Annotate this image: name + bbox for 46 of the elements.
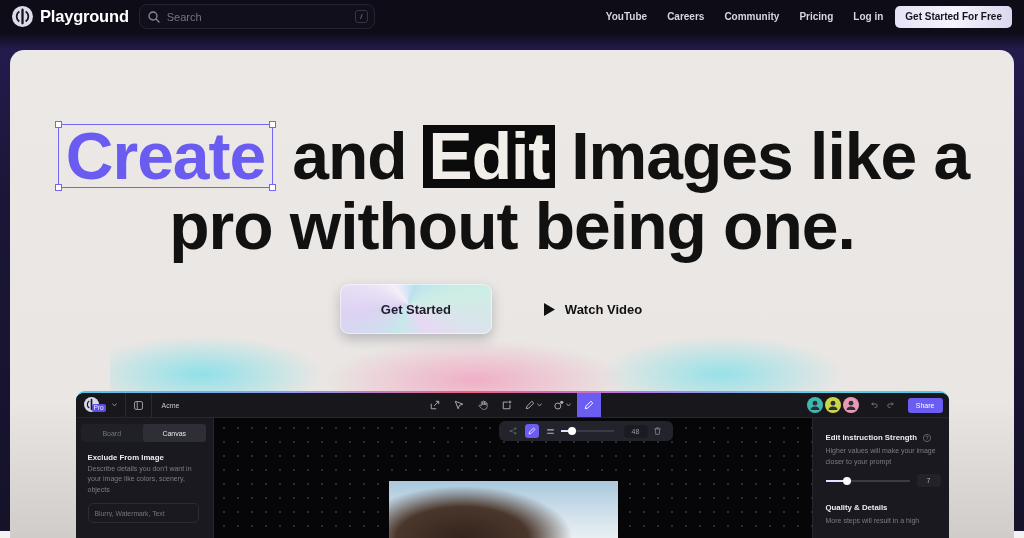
resize-handle-icon[interactable] [269,184,277,191]
nav-link[interactable]: Careers [667,11,705,22]
brush-tool-button[interactable] [524,424,539,438]
trash-icon[interactable] [653,427,661,435]
slider-thumb[interactable] [568,427,577,435]
cursor-icon [454,400,464,410]
hand-icon [478,400,488,410]
brand-name[interactable]: Playground [40,7,129,26]
nav-link[interactable]: Community [724,11,780,22]
resize-handle-icon[interactable] [269,121,277,128]
nav-link[interactable]: YouTube [605,11,648,22]
headline-text: and [292,123,407,189]
logo-icon[interactable] [12,6,33,27]
lines-icon [546,428,554,434]
caret-icon [537,403,542,407]
sidebar-icon[interactable] [133,400,143,410]
play-icon [543,302,555,316]
avatar-icon[interactable] [806,397,823,413]
caret-icon [566,403,571,407]
watch-video-button[interactable]: Watch Video [543,301,643,317]
slider-thumb[interactable] [842,476,851,485]
square-arrow-icon [430,400,440,410]
resize-handle-icon[interactable] [54,121,62,128]
get-started-button[interactable]: Get Started [339,284,492,334]
shortcut-key: / [354,10,368,23]
square-plus-icon [502,400,512,410]
get-started-free-button[interactable]: Get Started For Free [895,5,1012,28]
pencil-icon [525,400,535,410]
pencil-icon [584,400,594,410]
undo-icon[interactable] [870,402,878,408]
highlighted-word: Edit [422,124,556,188]
search-icon [147,10,160,23]
circles-icon [554,400,564,410]
nav-link[interactable]: Log in [853,11,884,22]
share-nodes-icon [508,427,517,435]
nav-link[interactable]: Pricing [799,11,834,22]
pencil-icon [527,427,536,435]
redo-icon[interactable] [886,402,894,408]
help-icon[interactable] [922,433,931,442]
resize-handle-icon[interactable] [54,184,62,191]
avatar-icon[interactable] [842,397,859,413]
headline-word: Create [64,125,267,187]
caret-icon[interactable] [111,403,117,407]
tool-button[interactable] [577,393,601,417]
avatar-icon[interactable] [824,397,841,413]
selection-frame[interactable]: Create [54,121,277,191]
